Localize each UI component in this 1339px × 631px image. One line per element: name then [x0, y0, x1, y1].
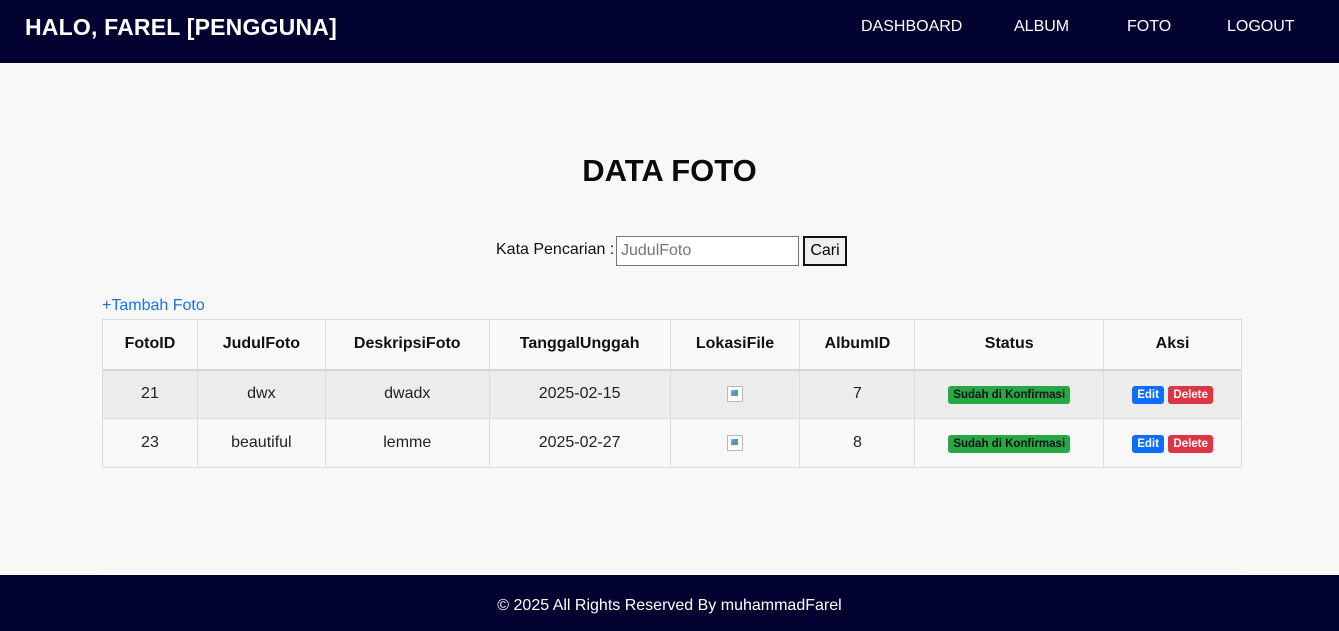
cell-albumid: 8 [799, 418, 916, 468]
search-input[interactable] [616, 236, 799, 266]
column-header-albumid: AlbumID [799, 319, 916, 371]
broken-image-icon [727, 434, 743, 451]
cell-deskripsifoto: dwadx [324, 369, 490, 419]
column-header-judulfoto: JudulFoto [196, 319, 326, 371]
table-row: 21 dwx dwadx 2025-02-15 7 Sudah di Konfi… [102, 369, 1242, 419]
add-photo-link[interactable]: +Tambah Foto [102, 297, 205, 315]
broken-image-icon [727, 386, 743, 403]
cell-aksi: Edit Delete [1103, 418, 1242, 468]
photo-table: FotoID JudulFoto DeskripsiFoto TanggalUn… [102, 319, 1242, 468]
search-button[interactable]: Cari [803, 236, 847, 266]
nav-item-dashboard[interactable]: DASHBOARD [861, 18, 962, 36]
cell-aksi: Edit Delete [1103, 369, 1242, 419]
column-header-aksi: Aksi [1103, 319, 1242, 371]
edit-button[interactable]: Edit [1132, 385, 1164, 404]
cell-deskripsifoto: lemme [324, 418, 490, 468]
nav-menu: DASHBOARD ALBUM FOTO LOGOUT [0, 18, 1339, 38]
edit-button[interactable]: Edit [1132, 434, 1164, 453]
top-navbar: HALO, FAREL [PENGGUNA] DASHBOARD ALBUM F… [0, 0, 1339, 63]
column-header-deskripsifoto: DeskripsiFoto [324, 319, 490, 371]
footer: © 2025 All Rights Reserved By muhammadFa… [0, 575, 1339, 631]
search-form: Kata Pencarian : Cari [0, 236, 1339, 266]
search-label: Kata Pencarian : [496, 241, 615, 258]
cell-fotoid: 21 [102, 369, 198, 419]
column-header-tanggalunggah: TanggalUnggah [488, 319, 671, 371]
cell-tanggalunggah: 2025-02-15 [488, 369, 671, 419]
nav-item-album[interactable]: ALBUM [1014, 18, 1069, 36]
cell-status: Sudah di Konfirmasi [914, 369, 1105, 419]
delete-button[interactable]: Delete [1168, 385, 1213, 404]
nav-item-logout[interactable]: LOGOUT [1227, 18, 1295, 36]
cell-lokasifile [669, 418, 801, 468]
footer-copyright: © 2025 All Rights Reserved By muhammadFa… [497, 597, 842, 614]
delete-button[interactable]: Delete [1168, 434, 1213, 453]
column-header-lokasifile: LokasiFile [669, 319, 801, 371]
cell-judulfoto: beautiful [196, 418, 326, 468]
cell-judulfoto: dwx [196, 369, 326, 419]
column-header-fotoid: FotoID [102, 319, 198, 371]
column-header-status: Status [914, 319, 1105, 371]
cell-lokasifile [669, 369, 801, 419]
table-row: 23 beautiful lemme 2025-02-27 8 Sudah di… [102, 418, 1242, 468]
nav-item-foto[interactable]: FOTO [1127, 18, 1171, 36]
cell-status: Sudah di Konfirmasi [914, 418, 1105, 468]
status-badge: Sudah di Konfirmasi [948, 434, 1071, 453]
status-badge: Sudah di Konfirmasi [948, 385, 1071, 404]
page-title: DATA FOTO [582, 153, 757, 188]
cell-tanggalunggah: 2025-02-27 [488, 418, 671, 468]
cell-fotoid: 23 [102, 418, 198, 468]
table-header-row: FotoID JudulFoto DeskripsiFoto TanggalUn… [102, 319, 1242, 371]
cell-albumid: 7 [799, 369, 916, 419]
